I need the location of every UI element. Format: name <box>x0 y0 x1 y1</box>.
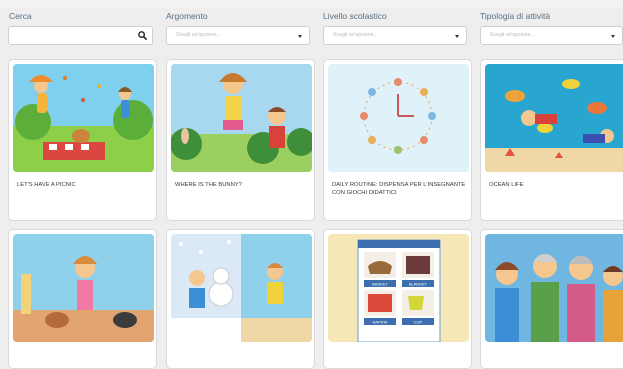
card-thumbnail <box>13 234 154 342</box>
topic-label: Argomento <box>166 11 208 21</box>
resource-card[interactable]: BASKET BLANKET NAPKIN CUP <box>323 229 472 369</box>
chevron-down-icon <box>298 35 302 38</box>
card-title[interactable]: WHERE IS THE BUNNY? <box>175 181 309 189</box>
girl-with-pets-illustration <box>13 234 154 342</box>
card-thumbnail: BASKET BLANKET NAPKIN CUP <box>328 234 469 342</box>
resource-card[interactable]: OCEAN LIFE <box>480 59 623 221</box>
card-thumbnail <box>171 234 312 342</box>
seasons-illustration <box>171 234 312 342</box>
bunny-illustration <box>171 64 312 172</box>
card-thumbnail <box>13 64 154 172</box>
chevron-down-icon <box>611 35 615 38</box>
search-label: Cerca <box>9 11 32 21</box>
topic-select[interactable]: Scegli un'opzione... <box>166 26 310 45</box>
resource-card[interactable] <box>166 229 315 369</box>
ocean-life-illustration <box>485 64 623 172</box>
resource-card[interactable] <box>480 229 623 369</box>
activity-type-select-placeholder: Scegli un'opzione... <box>490 32 535 38</box>
card-title[interactable]: OCEAN LIFE <box>489 181 623 189</box>
card-title[interactable]: LET'S HAVE A PICNIC <box>17 181 151 189</box>
topic-select-placeholder: Scegli un'opzione... <box>176 32 221 38</box>
daily-routine-illustration <box>328 64 469 172</box>
search-input[interactable] <box>8 26 153 45</box>
card-thumbnail <box>328 64 469 172</box>
picnic-vocabulary-flashcards: BASKET BLANKET NAPKIN CUP <box>328 234 469 342</box>
flashcard-word-cup: CUP <box>414 320 423 325</box>
chevron-down-icon <box>455 35 459 38</box>
card-thumbnail <box>485 64 623 172</box>
search-icon[interactable] <box>137 30 148 41</box>
card-thumbnail <box>485 234 623 342</box>
card-thumbnail <box>171 64 312 172</box>
card-title[interactable]: DAILY ROUTINE: DISPENSA PER L'INSEGNANTE… <box>332 181 466 197</box>
flashcard-word-napkin: NAPKIN <box>373 320 388 325</box>
activity-type-label: Tipologia di attività <box>480 11 551 21</box>
flashcard-word-basket: BASKET <box>372 282 388 287</box>
resource-card[interactable] <box>8 229 157 369</box>
resource-card[interactable]: DAILY ROUTINE: DISPENSA PER L'INSEGNANTE… <box>323 59 472 221</box>
family-portrait-illustration <box>485 234 623 342</box>
level-label: Livello scolastico <box>323 11 387 21</box>
picnic-illustration <box>13 64 154 172</box>
top-strip <box>0 0 623 8</box>
resource-card[interactable]: LET'S HAVE A PICNIC <box>8 59 157 221</box>
level-select[interactable]: Scegli un'opzione... <box>323 26 467 45</box>
flashcard-word-blanket: BLANKET <box>409 282 428 287</box>
level-select-placeholder: Scegli un'opzione... <box>333 32 378 38</box>
activity-type-select[interactable]: Scegli un'opzione... <box>480 26 623 45</box>
resource-card[interactable]: WHERE IS THE BUNNY? <box>166 59 315 221</box>
